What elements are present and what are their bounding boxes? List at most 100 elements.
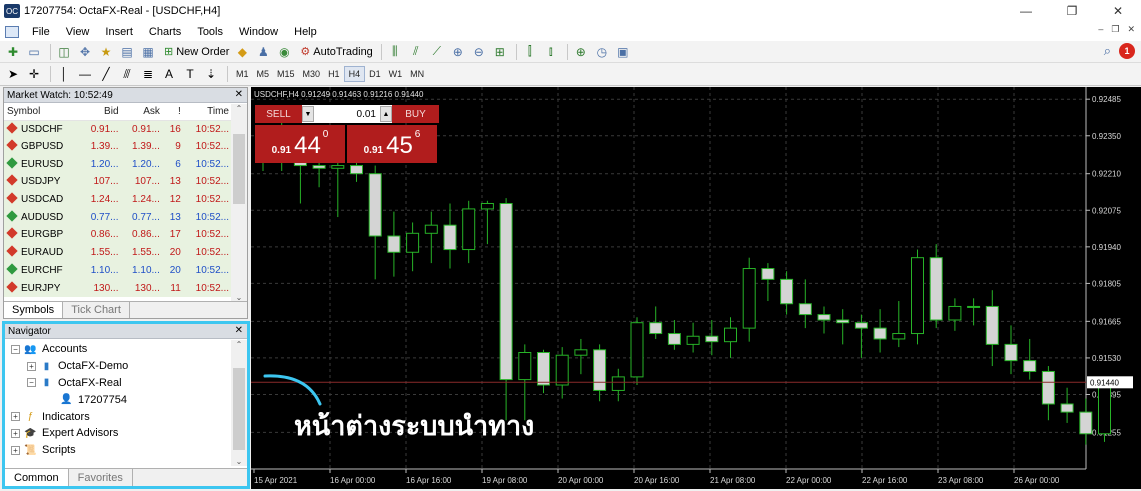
expand-icon[interactable]: + bbox=[11, 428, 20, 438]
menu-charts[interactable]: Charts bbox=[142, 26, 190, 38]
table-row[interactable]: AUDUSD 0.77... 0.77... 13 10:52... bbox=[4, 208, 232, 227]
timeframe-h4[interactable]: H4 bbox=[343, 66, 366, 82]
expand-icon[interactable]: + bbox=[11, 445, 20, 455]
terminal-icon[interactable]: ▤ bbox=[118, 43, 136, 61]
line-chart-icon[interactable]: ⟋ bbox=[428, 43, 446, 61]
tab-favorites[interactable]: Favorites bbox=[69, 469, 133, 486]
scroll-thumb[interactable] bbox=[233, 134, 245, 204]
menu-view[interactable]: View bbox=[59, 26, 99, 38]
buy-price-button[interactable]: 0.91 45 6 bbox=[347, 125, 437, 163]
close-button[interactable]: ✕ bbox=[1095, 0, 1141, 22]
menu-file[interactable]: File bbox=[25, 26, 59, 38]
tab-common[interactable]: Common bbox=[5, 469, 69, 486]
tree-item-octafx-real[interactable]: − ▮ OctaFX-Real bbox=[5, 375, 247, 392]
tree-item-octafx-demo[interactable]: + ▮ OctaFX-Demo bbox=[5, 358, 247, 375]
tree-item-expert-advisors[interactable]: + 🎓 Expert Advisors bbox=[5, 425, 247, 442]
text-icon[interactable]: A bbox=[160, 65, 178, 83]
autoscroll-icon[interactable]: ⫿ bbox=[521, 43, 539, 61]
horizontal-line-icon[interactable]: — bbox=[76, 65, 94, 83]
tree-item-account[interactable]: 👤 17207754 bbox=[5, 391, 247, 408]
chart-shift-icon[interactable]: ⫾ bbox=[542, 43, 560, 61]
table-row[interactable]: EURUSD 1.20... 1.20... 6 10:52... bbox=[4, 155, 232, 174]
scroll-up-icon[interactable]: ⌃ bbox=[231, 340, 247, 349]
column-spread[interactable]: ! bbox=[162, 103, 184, 121]
table-row[interactable]: USDCAD 1.24... 1.24... 12 10:52... bbox=[4, 190, 232, 209]
zoom-out-icon[interactable]: ⊖ bbox=[470, 43, 488, 61]
collapse-icon[interactable]: − bbox=[11, 344, 20, 354]
market-watch-icon[interactable]: ◫ bbox=[55, 43, 73, 61]
periods-icon[interactable]: ◷ bbox=[593, 43, 611, 61]
sell-button[interactable]: SELL bbox=[255, 105, 302, 123]
scroll-thumb[interactable] bbox=[233, 368, 245, 450]
volume-up-icon[interactable]: ▲ bbox=[380, 106, 392, 122]
column-symbol[interactable]: Symbol bbox=[4, 103, 81, 121]
navigator-scrollbar[interactable]: ⌃ ⌄ bbox=[231, 340, 247, 466]
column-time[interactable]: Time bbox=[183, 103, 232, 121]
signals-icon[interactable]: ♟ bbox=[254, 43, 272, 61]
tab-symbols[interactable]: Symbols bbox=[4, 302, 64, 318]
timeframe-m15[interactable]: M15 bbox=[273, 66, 299, 82]
timeframe-m1[interactable]: M1 bbox=[232, 66, 253, 82]
crosshair-icon[interactable]: ✛ bbox=[25, 65, 43, 83]
timeframe-m30[interactable]: M30 bbox=[299, 66, 325, 82]
column-bid[interactable]: Bid bbox=[80, 103, 122, 121]
expand-icon[interactable]: + bbox=[11, 412, 20, 422]
bar-chart-icon[interactable]: ⫼ bbox=[386, 43, 404, 61]
strategy-tester-icon[interactable]: ▦ bbox=[139, 43, 157, 61]
timeframe-h1[interactable]: H1 bbox=[324, 66, 344, 82]
notification-badge[interactable]: 1 bbox=[1119, 43, 1135, 59]
autotrading-button[interactable]: ⚙ AutoTrading bbox=[296, 43, 376, 61]
table-row[interactable]: USDCHF 0.91... 0.91... 16 10:52... bbox=[4, 120, 232, 138]
market-icon[interactable]: ◉ bbox=[275, 43, 293, 61]
tree-item-accounts[interactable]: − 👥 Accounts bbox=[5, 341, 247, 358]
fibonacci-icon[interactable]: ≣ bbox=[139, 65, 157, 83]
column-ask[interactable]: Ask bbox=[121, 103, 163, 121]
volume-field[interactable]: ▼ 0.01 ▲ bbox=[302, 105, 392, 123]
collapse-icon[interactable]: − bbox=[27, 378, 36, 388]
profiles-icon[interactable]: ▭ bbox=[25, 43, 43, 61]
zoom-in-icon[interactable]: ⊕ bbox=[449, 43, 467, 61]
menu-help[interactable]: Help bbox=[287, 26, 326, 38]
timeframe-d1[interactable]: D1 bbox=[365, 66, 385, 82]
sell-price-button[interactable]: 0.91 44 0 bbox=[255, 125, 345, 163]
cursor-icon[interactable]: ➤ bbox=[4, 65, 22, 83]
mdi-minimize-button[interactable]: – bbox=[1098, 24, 1103, 35]
document-icon[interactable] bbox=[5, 25, 19, 38]
tile-windows-icon[interactable]: ⊞ bbox=[491, 43, 509, 61]
timeframe-mn[interactable]: MN bbox=[406, 66, 428, 82]
menu-window[interactable]: Window bbox=[232, 26, 287, 38]
timeframe-w1[interactable]: W1 bbox=[385, 66, 407, 82]
indicators-list-icon[interactable]: ⊕ bbox=[572, 43, 590, 61]
volume-down-icon[interactable]: ▼ bbox=[302, 106, 314, 122]
new-order-button[interactable]: ⊞ New Order bbox=[160, 43, 233, 61]
buy-button[interactable]: BUY bbox=[392, 105, 439, 123]
candlestick-icon[interactable]: ⫽ bbox=[407, 43, 425, 61]
market-watch-scrollbar[interactable]: ⌃ ⌄ bbox=[231, 104, 247, 302]
templates-icon[interactable]: ▣ bbox=[614, 43, 632, 61]
close-icon[interactable]: ✕ bbox=[235, 89, 243, 100]
table-row[interactable]: EURGBP 0.86... 0.86... 17 10:52... bbox=[4, 226, 232, 244]
search-icon[interactable]: ⌕ bbox=[1104, 43, 1111, 59]
scroll-up-icon[interactable]: ⌃ bbox=[231, 104, 247, 113]
table-row[interactable]: USDJPY 107... 107... 13 10:52... bbox=[4, 173, 232, 191]
data-window-icon[interactable]: ✥ bbox=[76, 43, 94, 61]
restore-button[interactable]: ❐ bbox=[1049, 0, 1095, 22]
tree-item-indicators[interactable]: + ƒ Indicators bbox=[5, 408, 247, 425]
mdi-close-button[interactable]: ✕ bbox=[1127, 24, 1135, 35]
text-label-icon[interactable]: T bbox=[181, 65, 199, 83]
minimize-button[interactable]: — bbox=[1003, 0, 1049, 22]
trendline-icon[interactable]: ╱ bbox=[97, 65, 115, 83]
navigator-icon[interactable]: ★ bbox=[97, 43, 115, 61]
close-icon[interactable]: ✕ bbox=[235, 325, 243, 336]
table-row[interactable]: EURAUD 1.55... 1.55... 20 10:52... bbox=[4, 243, 232, 262]
table-row[interactable]: EURCHF 1.10... 1.10... 20 10:52... bbox=[4, 261, 232, 280]
tab-tick-chart[interactable]: Tick Chart bbox=[63, 302, 130, 318]
menu-insert[interactable]: Insert bbox=[98, 26, 142, 38]
menu-tools[interactable]: Tools bbox=[190, 26, 232, 38]
tree-item-scripts[interactable]: + 📜 Scripts bbox=[5, 442, 247, 459]
mdi-restore-button[interactable]: ❐ bbox=[1111, 24, 1119, 35]
new-chart-icon[interactable]: ✚ bbox=[4, 43, 22, 61]
scroll-down-icon[interactable]: ⌄ bbox=[231, 457, 247, 466]
table-row[interactable]: GBPUSD 1.39... 1.39... 9 10:52... bbox=[4, 137, 232, 156]
metaeditor-icon[interactable]: ◆ bbox=[233, 43, 251, 61]
